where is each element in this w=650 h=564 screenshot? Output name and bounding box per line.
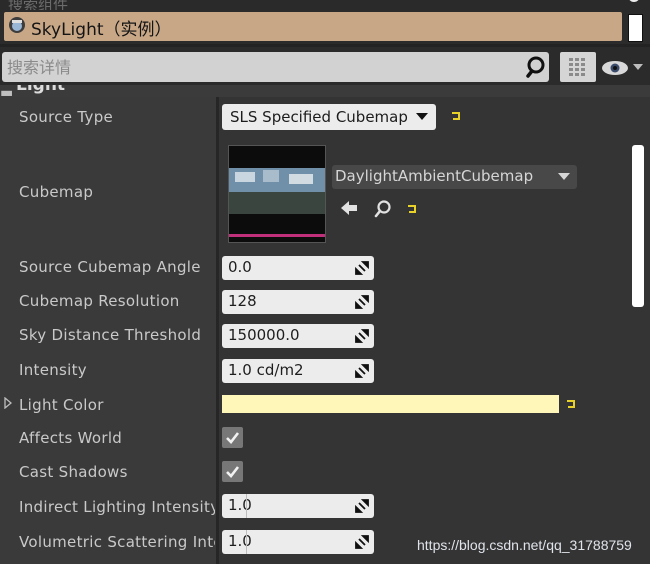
drag-spin-icon[interactable] [354,294,370,310]
skylight-icon [9,17,25,33]
checkmark-icon [226,432,240,444]
property-matrix-button[interactable] [560,52,596,82]
details-search-input[interactable] [2,52,549,82]
drag-spin-icon[interactable] [354,534,370,550]
checkmark-icon [226,466,240,478]
cubemap-asset-value: DaylightAmbientCubemap [335,167,534,185]
sky-distance-threshold-value: 150000.0 [228,326,300,344]
category-label: Light [16,85,66,95]
intensity-label: Intensity [19,361,87,379]
volumetric-scattering-intensity-input[interactable]: 1.0 [222,530,374,554]
cubemap-resolution-label: Cubemap Resolution [19,292,180,310]
category-header-light[interactable]: ▬ Light [0,85,650,97]
use-selected-asset-icon[interactable] [340,200,358,216]
source-cubemap-angle-value: 0.0 [228,258,252,276]
volumetric-scattering-intensity-value: 1.0 [228,532,252,550]
actor-lock-toggle[interactable] [628,14,643,42]
reset-to-default-icon[interactable] [450,111,462,121]
search-icon[interactable] [525,56,547,78]
reset-to-default-icon[interactable] [406,204,418,214]
cubemap-label: Cubemap [19,183,94,201]
search-icon[interactable] [626,0,642,8]
slider-fill-marker [246,530,247,554]
volumetric-scattering-intensity-label: Volumetric Scattering Intensity [19,533,215,551]
grid-icon [569,58,585,76]
affects-world-checkbox[interactable] [222,427,243,448]
actor-name: SkyLight（实例） [31,20,172,40]
cubemap-resolution-value: 128 [228,292,257,310]
affects-world-label: Affects World [19,429,123,447]
sky-distance-threshold-input[interactable]: 150000.0 [222,324,374,348]
drag-spin-icon[interactable] [354,260,370,276]
cast-shadows-label: Cast Shadows [19,463,128,481]
source-cubemap-angle-input[interactable]: 0.0 [222,256,374,280]
indirect-lighting-intensity-label: Indirect Lighting Intensity [19,498,215,516]
light-color-label: Light Color [19,396,104,414]
drag-spin-icon[interactable] [354,328,370,344]
collapse-indicator: ▬ [0,85,14,97]
indirect-lighting-intensity-value: 1.0 [228,496,252,514]
cubemap-resolution-input[interactable]: 128 [222,290,374,314]
sky-distance-threshold-label: Sky Distance Threshold [19,326,202,344]
browse-asset-icon[interactable] [374,200,392,218]
watermark-text: https://blog.csdn.net/qq_31788759 [417,537,632,553]
eye-icon[interactable] [600,58,630,78]
vertical-scrollbar-thumb[interactable] [632,145,644,307]
drag-spin-icon[interactable] [354,498,370,514]
cubemap-preview-image [229,146,325,242]
reset-to-default-icon[interactable] [565,399,577,409]
drag-spin-icon[interactable] [354,363,370,379]
cast-shadows-checkbox[interactable] [222,461,243,482]
intensity-input[interactable]: 1.0 cd/m2 [222,359,374,383]
component-search-bar[interactable]: 搜索组件 [0,0,650,14]
chevron-down-icon[interactable] [632,62,644,72]
light-color-swatch[interactable] [222,395,559,413]
expand-arrow-icon[interactable] [4,397,12,409]
chevron-down-icon[interactable] [558,173,570,181]
source-cubemap-angle-label: Source Cubemap Angle [19,258,201,276]
column-splitter[interactable] [216,97,219,564]
source-type-label: Source Type [19,108,114,126]
indirect-lighting-intensity-input[interactable]: 1.0 [222,494,374,518]
source-type-value: SLS Specified Cubemap [230,108,408,126]
slider-fill-marker [246,494,247,518]
cubemap-thumbnail[interactable] [228,145,326,243]
intensity-value: 1.0 cd/m2 [228,361,304,379]
chevron-down-icon[interactable] [416,113,428,121]
